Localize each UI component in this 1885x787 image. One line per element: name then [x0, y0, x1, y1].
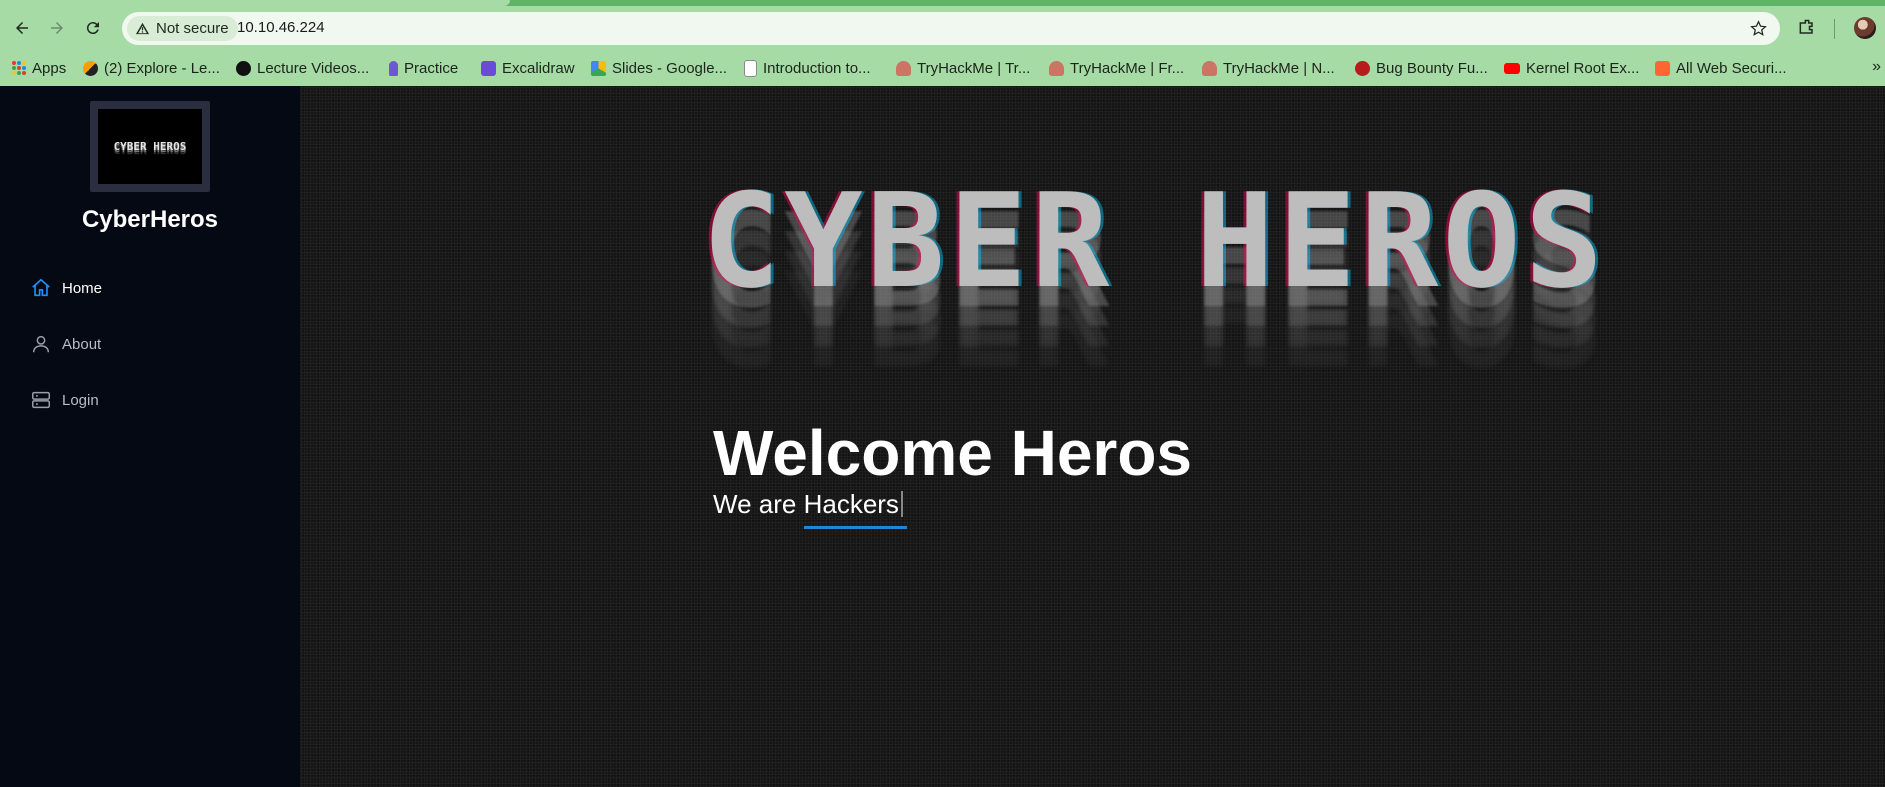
bookmark-item[interactable]: Introduction to...: [744, 57, 871, 79]
tryhackme-icon: [896, 60, 911, 76]
bookmark-label: Slides - Google...: [612, 59, 728, 77]
tryhackme-icon: [1049, 60, 1064, 76]
bookmark-label: TryHackMe | Tr...: [917, 59, 1031, 77]
bookmark-label: (2) Explore - Le...: [104, 59, 220, 77]
bookmark-label: Excalidraw: [502, 59, 575, 77]
bookmark-item[interactable]: Kernel Root Ex...: [1504, 57, 1639, 79]
sidebar: CYBER HEROS CyberHeros Home About Login: [0, 86, 300, 787]
portswigger-icon: [1655, 60, 1670, 76]
user-icon: [32, 335, 50, 353]
warning-icon: [135, 22, 150, 35]
leetcode-icon: [83, 60, 98, 76]
home-icon: [32, 278, 50, 297]
browser-toolbar: Not secure 10.10.46.224: [0, 6, 1885, 50]
hero-tagline: We are Hackers: [713, 489, 908, 529]
banner-glitch-text: CYBER HEROS: [702, 165, 1607, 317]
arrow-left-icon: [16, 22, 28, 34]
bookmark-label: TryHackMe | Fr...: [1070, 59, 1185, 77]
bookmark-label: Practice: [404, 59, 459, 77]
bookmark-label: Introduction to...: [763, 59, 871, 77]
web-page: CYBER HEROS CyberHeros Home About Login …: [0, 86, 1885, 787]
security-label: Not secure: [156, 20, 229, 37]
doc-icon: [744, 59, 757, 77]
bookmark-label: TryHackMe | N...: [1223, 59, 1335, 77]
bookmark-item[interactable]: Lecture Videos...: [236, 57, 369, 79]
reload-icon: [86, 22, 99, 35]
logo-image: CYBER HEROS: [98, 109, 202, 184]
bookmark-label: Bug Bounty Fu...: [1376, 59, 1488, 77]
bookmark-label: Lecture Videos...: [257, 59, 370, 77]
browser-chrome: Not secure 10.10.46.224 Apps (2) Explore…: [0, 0, 1885, 86]
hero-section: CYBER HEROS Welcome Heros We are Hackers: [300, 86, 1885, 787]
bookmark-item[interactable]: TryHackMe | N...: [1202, 57, 1335, 79]
google-drive-icon: [591, 60, 606, 76]
bookmark-item[interactable]: Excalidraw: [481, 57, 575, 79]
youtube-icon: [1504, 62, 1520, 74]
typing-caret: [900, 491, 903, 517]
bookmark-item[interactable]: Slides - Google...: [591, 57, 727, 79]
profile-avatar[interactable]: [1854, 17, 1876, 39]
apps-grid-icon: [12, 61, 26, 75]
bookmarks-overflow-button[interactable]: »: [1872, 58, 1881, 76]
forward-button[interactable]: [43, 14, 71, 42]
nav-item-about[interactable]: About: [30, 330, 101, 358]
bookmark-star-icon[interactable]: [1749, 19, 1768, 38]
server-icon: [32, 391, 50, 409]
excalidraw-icon: [481, 60, 496, 76]
security-indicator[interactable]: Not secure: [127, 16, 238, 41]
bookmark-item[interactable]: Practice: [389, 57, 458, 79]
bookmarks-bar: Apps (2) Explore - Le... Lecture Videos.…: [0, 50, 1885, 86]
site-title: CyberHeros: [81, 206, 219, 233]
bookmark-apps[interactable]: Apps: [12, 57, 66, 79]
bookmark-item[interactable]: (2) Explore - Le...: [83, 57, 220, 79]
reload-button[interactable]: [79, 14, 107, 42]
address-bar[interactable]: Not secure 10.10.46.224: [122, 12, 1780, 45]
practice-icon: [389, 60, 398, 76]
hero-banner-image: CYBER HEROS: [702, 165, 1802, 386]
bookmark-item[interactable]: TryHackMe | Fr...: [1049, 57, 1184, 79]
site-logo[interactable]: CYBER HEROS: [90, 101, 210, 192]
nav-item-login[interactable]: Login: [30, 386, 99, 414]
hero-heading: Welcome Heros: [713, 417, 1192, 489]
tryhackme-icon: [1202, 60, 1217, 76]
bug-bounty-icon: [1355, 60, 1370, 76]
lecture-icon: [236, 60, 251, 76]
bookmark-label: Apps: [32, 59, 67, 77]
nav-label: Home: [62, 279, 103, 297]
url-text[interactable]: 10.10.46.224: [237, 19, 325, 36]
typed-word: Hackers: [803, 489, 908, 529]
nav-label: About: [62, 335, 102, 353]
bookmark-item[interactable]: Bug Bounty Fu...: [1355, 57, 1488, 79]
arrow-right-icon: [51, 22, 63, 34]
bookmark-item[interactable]: All Web Securi...: [1655, 57, 1787, 79]
bookmark-label: Kernel Root Ex...: [1526, 59, 1640, 77]
bookmark-item[interactable]: TryHackMe | Tr...: [896, 57, 1030, 79]
bookmark-label: All Web Securi...: [1676, 59, 1787, 77]
nav-label: Login: [62, 391, 99, 409]
logo-text: CYBER HEROS: [113, 140, 187, 153]
back-button[interactable]: [8, 14, 36, 42]
nav-item-home[interactable]: Home: [30, 274, 102, 302]
toolbar-divider: [1834, 19, 1835, 39]
tagline-prefix: We are: [713, 489, 797, 519]
extensions-icon[interactable]: [1797, 18, 1817, 38]
